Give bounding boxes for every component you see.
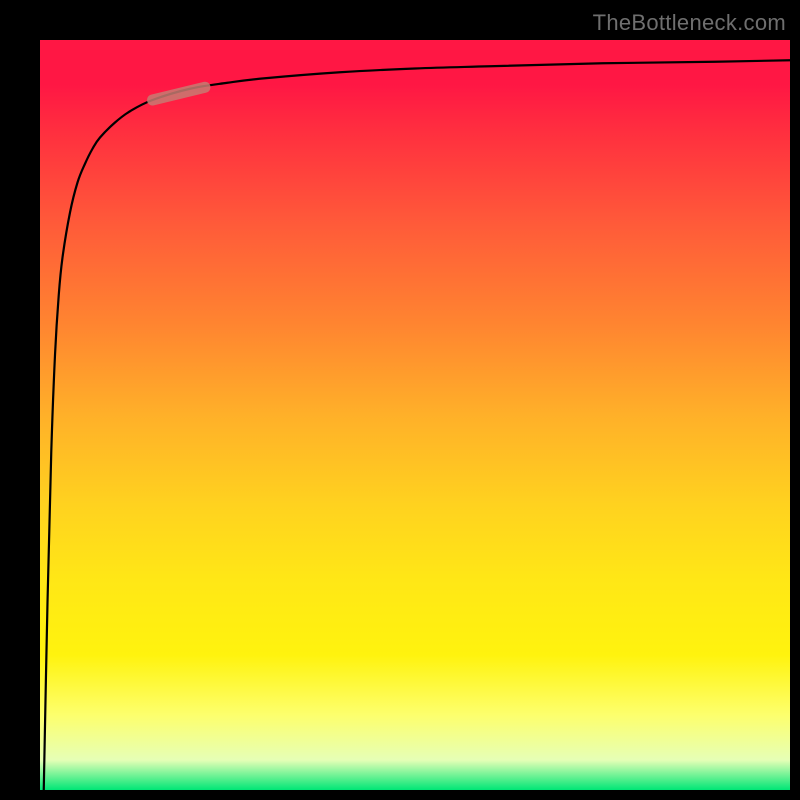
curve-svg [40,40,790,790]
chart-stage: TheBottleneck.com [0,0,800,800]
watermark-text: TheBottleneck.com [593,10,786,36]
plot-area [40,40,790,790]
main-curve [44,60,790,790]
highlight-segment [153,87,206,100]
